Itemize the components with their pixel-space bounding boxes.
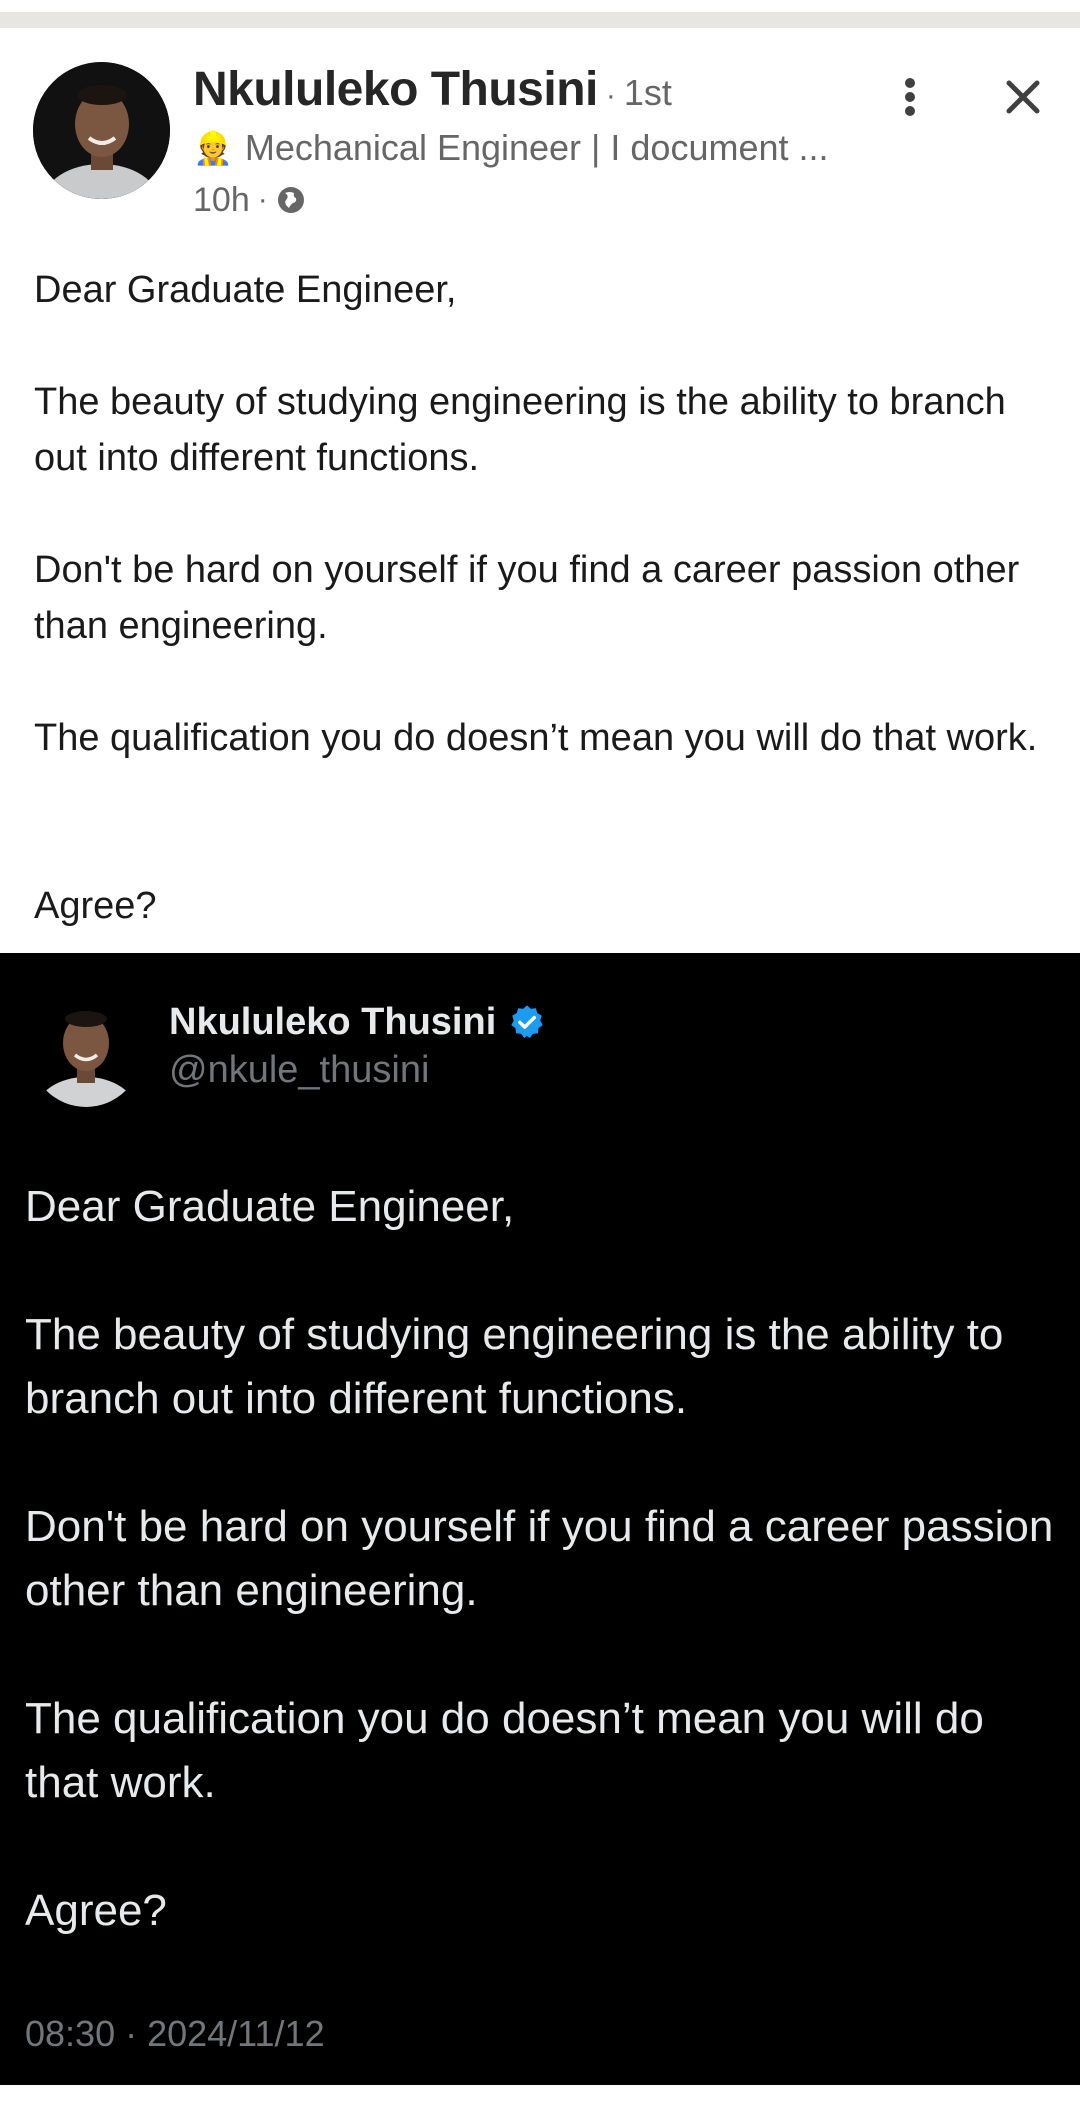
avatar[interactable] xyxy=(30,995,142,1107)
avatar-image xyxy=(30,995,142,1107)
separator-dot: · xyxy=(257,183,268,216)
post-time: 10h xyxy=(193,180,250,219)
tweet-paragraph: Don't be hard on yourself if you find a … xyxy=(25,1502,1054,1615)
tweet-paragraph: Agree? xyxy=(25,1886,167,1935)
separator-dot: · xyxy=(605,79,616,112)
avatar[interactable] xyxy=(33,62,170,199)
author-name[interactable]: Nkululeko Thusini xyxy=(193,62,598,117)
author-name[interactable]: Nkululeko Thusini xyxy=(169,1001,496,1044)
post-paragraph: The qualification you do doesn’t mean yo… xyxy=(34,717,1038,759)
tweet-paragraph: Dear Graduate Engineer, xyxy=(25,1182,515,1231)
close-icon[interactable] xyxy=(998,72,1048,122)
post-paragraph: The beauty of studying engineering is th… xyxy=(34,381,1006,479)
tweet-timestamp[interactable]: 08:30 · 2024/11/12 xyxy=(25,2013,325,2055)
author-name-row: Nkululeko Thusini · 1st xyxy=(193,62,672,122)
tweet-paragraph: The qualification you do doesn’t mean yo… xyxy=(25,1694,984,1807)
verified-badge-icon xyxy=(508,1003,546,1041)
globe-icon xyxy=(276,185,306,215)
author-name-row: Nkululeko Thusini xyxy=(169,997,546,1047)
bottom-margin xyxy=(0,2085,1080,2107)
post-paragraph: Agree? xyxy=(34,885,157,927)
author-handle[interactable]: @nkule_thusini xyxy=(169,1049,429,1092)
connection-degree: 1st xyxy=(623,72,672,113)
post-paragraph: Don't be hard on yourself if you find a … xyxy=(34,549,1020,647)
author-headline-row: 👷 Mechanical Engineer | I document ... xyxy=(193,126,829,170)
tweet-paragraph: The beauty of studying engineering is th… xyxy=(25,1310,1004,1423)
post-paragraph: Dear Graduate Engineer, xyxy=(34,269,457,311)
avatar-image xyxy=(33,62,170,199)
more-vertical-icon[interactable] xyxy=(890,72,930,122)
construction-worker-emoji: 👷 xyxy=(193,130,233,166)
linkedin-post: Nkululeko Thusini · 1st 👷 Mechanical Eng… xyxy=(0,0,1080,953)
post-meta: 10h · xyxy=(193,178,306,222)
author-headline: Mechanical Engineer | I document ... xyxy=(244,127,829,168)
top-divider xyxy=(0,12,1080,28)
tweet: Nkululeko Thusini @nkule_thusini Dear Gr… xyxy=(0,953,1080,2085)
